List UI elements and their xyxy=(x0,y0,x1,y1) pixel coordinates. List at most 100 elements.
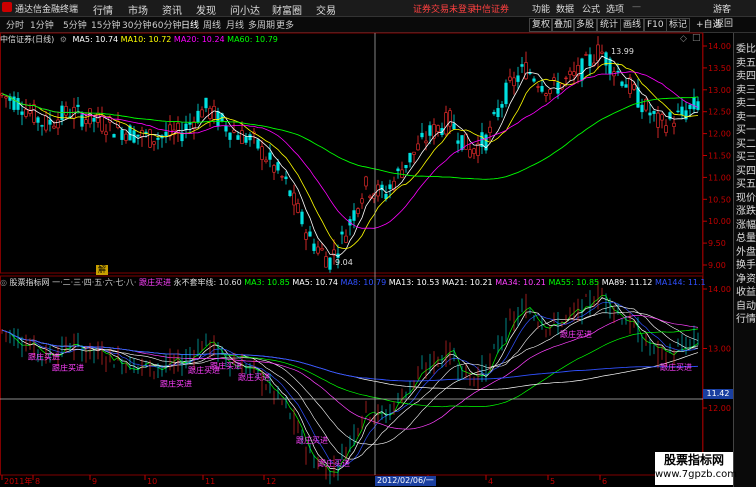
candle-body-172 xyxy=(688,104,692,110)
indicator-number-5[interactable]: 六· xyxy=(105,278,116,287)
indicator-number-6[interactable]: 七· xyxy=(115,278,126,287)
candle-body-129 xyxy=(516,75,520,82)
candle-body-147 xyxy=(588,54,592,67)
candle-body-135 xyxy=(540,85,544,92)
buy-signal-7: 跟庄买进 xyxy=(318,458,350,468)
cursor-price-badge: 11.42 xyxy=(703,389,733,399)
main-tick-label-6: 11.00 xyxy=(708,173,731,182)
candle-body-72 xyxy=(288,190,292,197)
candle-body-86 xyxy=(344,235,348,243)
candle-body-68 xyxy=(272,165,276,173)
candle-body-62 xyxy=(248,134,252,141)
buy-signal-6: 跟庄买进 xyxy=(296,435,328,445)
sub-chart-header: ◎ 股票指标网 一·二·三·四·五·六·七·八· 跟庄买进 永不套牢线: 10.… xyxy=(0,277,706,288)
candle-body-64 xyxy=(256,139,260,149)
candle-body-133 xyxy=(532,78,536,82)
date-axis: 2011年8910111234567 xyxy=(1,475,664,486)
candle-body-165 xyxy=(660,114,664,121)
quote-field-20[interactable]: 行情 xyxy=(736,310,756,325)
date-label-1: 8 xyxy=(35,477,40,486)
candle-body-71 xyxy=(284,176,288,180)
candle-body-65 xyxy=(260,146,264,160)
right-quote-panel: 委比 卖五 卖四 卖三 卖二 卖一 买一 买二 买三 买四 买五 现价 涨跌 涨幅 总量 外盘 换手 净资 收益 自动… xyxy=(733,33,756,487)
indicator-numbers: 一·二·三·四·五·六·七·八· xyxy=(52,278,136,287)
indicator-number-7[interactable]: 八· xyxy=(126,278,137,287)
candle-body-132 xyxy=(528,72,532,75)
indicator-number-4[interactable]: 五· xyxy=(94,278,105,287)
buy-signal-0: 跟庄买进 xyxy=(28,352,60,362)
candle-body-85 xyxy=(340,231,344,235)
candle-body-141 xyxy=(564,77,568,80)
watermark-title: 股票指标网 xyxy=(663,453,724,467)
candle-body-89 xyxy=(356,208,360,214)
candle-body-47 xyxy=(188,122,192,125)
candle-body-100 xyxy=(400,169,404,178)
candle-body-6 xyxy=(24,109,28,117)
window-box-icon[interactable]: □ xyxy=(692,33,701,43)
candle-body-30 xyxy=(120,129,124,140)
sub-ma-label-5: MA34: 10.21 xyxy=(495,278,549,287)
candle-body-134 xyxy=(536,86,540,88)
candle-body-39 xyxy=(156,137,160,140)
main-tick-label-8: 10.00 xyxy=(708,217,731,226)
candle-body-42 xyxy=(168,124,172,137)
chart-grid xyxy=(0,32,704,476)
candle-body-41 xyxy=(164,131,168,136)
sub-ma-label-0: MA3: 10.85 xyxy=(244,278,293,287)
candle-body-101 xyxy=(404,164,408,169)
candle-body-154 xyxy=(616,70,620,73)
candle-body-57 xyxy=(228,132,232,140)
candle-body-59 xyxy=(236,135,240,140)
add-watchlist-button[interactable]: +自选 xyxy=(696,17,722,30)
candle-body-105 xyxy=(420,132,424,138)
candle-body-90 xyxy=(360,198,364,204)
candle-body-174 xyxy=(696,101,700,110)
candle-body-152 xyxy=(608,58,612,74)
candle-body-99 xyxy=(396,168,400,172)
candle-body-111 xyxy=(444,112,448,135)
candle-body-159 xyxy=(636,87,640,108)
candle-body-16 xyxy=(64,106,68,116)
indicator-number-2[interactable]: 三· xyxy=(73,278,84,287)
candle-body-163 xyxy=(652,111,656,114)
candle-body-115 xyxy=(460,135,464,150)
ma-label-1: MA10: 10.72 xyxy=(120,35,174,44)
candle-body-88 xyxy=(352,210,356,221)
candle-body-73 xyxy=(292,192,296,206)
candle-body-173 xyxy=(692,97,696,110)
candle-body-112 xyxy=(448,110,452,127)
main-tick-label-1: 13.50 xyxy=(708,64,731,73)
sub-ma-label-7: MA89: 11.12 xyxy=(601,278,655,287)
buy-signal-5: 跟庄买进 xyxy=(238,372,270,382)
ma-label-0: MA5: 10.74 xyxy=(72,35,121,44)
candle-body-92 xyxy=(368,195,372,198)
date-label-9: 5 xyxy=(550,477,555,486)
indicator-number-1[interactable]: 二· xyxy=(63,278,74,287)
stock-title[interactable]: 中信证券(日线) xyxy=(0,35,54,44)
candle-body-54 xyxy=(216,111,220,127)
settings-gear-icon[interactable]: ⚙ xyxy=(60,35,67,44)
buy-signal-4: 跟庄买进 xyxy=(210,360,242,370)
candle-body-166 xyxy=(664,125,668,133)
candle-body-37 xyxy=(148,129,152,148)
main-tick-label-0: 14.00 xyxy=(708,42,731,51)
candle-body-75 xyxy=(300,211,304,225)
main-tick-label-2: 13.00 xyxy=(708,86,731,95)
candle-body-10 xyxy=(40,125,44,127)
window-square-icon[interactable]: ◇ xyxy=(680,34,687,44)
candle-body-157 xyxy=(628,77,632,94)
chart-canvas[interactable]: 14.00 13.50 13.00 12.50 12.00 11.50 11.00 10.50… xyxy=(0,0,733,487)
sub-ma-label-1: MA5: 10.74 xyxy=(292,278,341,287)
candle-body-125 xyxy=(500,104,504,108)
candle-body-25 xyxy=(100,116,104,132)
candle-body-119 xyxy=(476,143,480,156)
indicator-number-0[interactable]: 一· xyxy=(52,278,63,287)
main-tick-label-5: 11.50 xyxy=(708,152,731,161)
candle-body-38 xyxy=(152,141,156,145)
candle-body-50 xyxy=(200,109,204,118)
indicator-title[interactable]: 股票指标网 xyxy=(10,278,50,287)
candle-body-114 xyxy=(456,140,460,144)
indicator-number-3[interactable]: 四· xyxy=(84,278,95,287)
jie-badge[interactable]: 解 xyxy=(96,265,108,275)
candle-body-150 xyxy=(600,51,604,54)
